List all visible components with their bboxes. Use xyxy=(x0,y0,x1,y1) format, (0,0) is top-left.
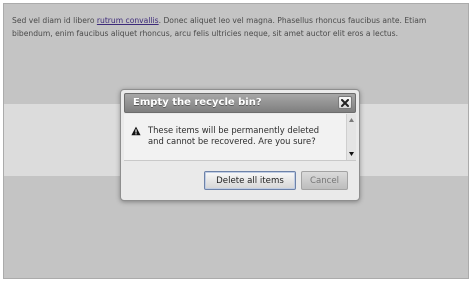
confirm-dialog: Empty the recycle bin? These items will … xyxy=(120,89,360,201)
paragraph-text-start: Sed vel diam id libero xyxy=(12,16,97,25)
cancel-button[interactable]: Cancel xyxy=(301,171,348,190)
close-icon xyxy=(341,98,349,107)
dialog-scrollbar[interactable] xyxy=(346,114,356,160)
warning-icon xyxy=(131,126,141,136)
page-background: Sed vel diam id libero rutrum convallis.… xyxy=(3,3,469,279)
close-button[interactable] xyxy=(338,96,352,109)
delete-all-items-button[interactable]: Delete all items xyxy=(204,171,296,190)
dialog-message: These items will be permanently deleted … xyxy=(148,125,320,146)
body-paragraph: Sed vel diam id libero rutrum convallis.… xyxy=(12,14,464,40)
rutrum-convallis-link[interactable]: rutrum convallis xyxy=(97,16,159,25)
dialog-titlebar[interactable]: Empty the recycle bin? xyxy=(124,93,356,113)
dialog-content: These items will be permanently deleted … xyxy=(124,114,356,161)
scroll-down-arrow-icon[interactable] xyxy=(349,152,354,156)
scroll-up-arrow-icon[interactable] xyxy=(349,118,354,122)
dialog-title: Empty the recycle bin? xyxy=(133,97,262,108)
